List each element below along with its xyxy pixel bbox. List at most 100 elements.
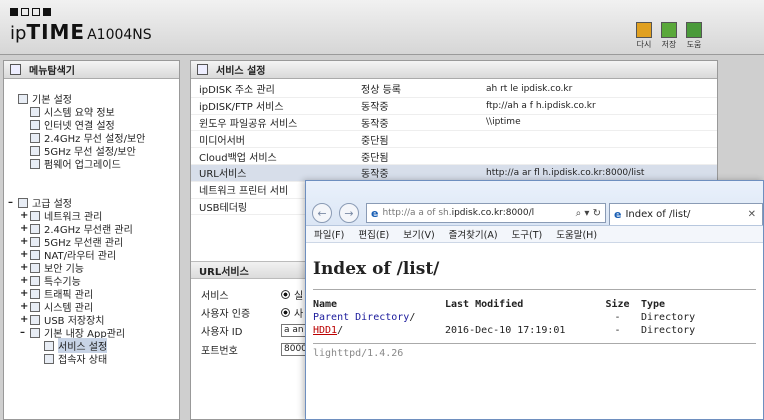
save-button[interactable]: 저장 xyxy=(659,22,679,50)
listing-header: Name Last Modified Size Type xyxy=(313,298,756,311)
entry-type: Directory xyxy=(641,325,696,336)
back-button[interactable]: ← xyxy=(312,203,332,223)
service-name: 윈도우 파일공유 서비스 xyxy=(199,118,298,130)
brand-ip: ip xyxy=(10,23,27,44)
hdd1-link[interactable]: HDD1 xyxy=(313,325,337,336)
chart-icon xyxy=(30,106,40,117)
save-label: 저장 xyxy=(661,40,677,49)
field-label: 사용자 인증 xyxy=(201,309,251,320)
service-status: 동작중 xyxy=(361,102,389,114)
globe-icon xyxy=(30,119,40,130)
tree-item-label: 펌웨어 업그레이드 xyxy=(44,160,121,171)
service-detail: \\iptime xyxy=(486,117,521,128)
address-tools-icon[interactable]: ⌕ ▾ ↻ xyxy=(576,208,601,219)
router-icon xyxy=(30,249,40,260)
service-detail: ah rt le ipdisk.co.kr xyxy=(486,83,573,94)
top-actions: 다시 저장 도움 xyxy=(634,22,704,50)
reload-label: 다시 xyxy=(636,40,652,49)
section-title: URL서비스 xyxy=(199,266,249,278)
page-content: Index of /list/ Name Last Modified Size … xyxy=(306,259,763,359)
entry-size: - xyxy=(614,325,621,336)
service-name: ipDISK/FTP 서비스 xyxy=(199,102,284,114)
forward-icon: → xyxy=(344,206,354,220)
help-icon xyxy=(686,22,702,38)
tab-label: Index of /list/ xyxy=(625,209,691,220)
menu-explorer-label: 메뉴탐색기 xyxy=(29,66,75,77)
network-icon xyxy=(30,210,40,221)
browser-menubar: 파일(F) 편집(E) 보기(V) 즐겨찾기(A) 도구(T) 도움말(H) xyxy=(306,226,763,243)
user-id-input[interactable]: a an xyxy=(281,324,307,337)
service-radio[interactable] xyxy=(281,290,290,299)
system-icon xyxy=(30,301,40,312)
close-icon[interactable]: ✕ xyxy=(748,209,756,220)
page-heading: Index of /list/ xyxy=(313,259,440,279)
upgrade-icon xyxy=(30,158,40,169)
service-status: 동작중 xyxy=(361,169,389,181)
usb-icon xyxy=(30,314,40,325)
wifi-icon xyxy=(30,145,40,156)
top-header: ipTIME A1004NS 다시 저장 도움 xyxy=(0,0,764,55)
address-bar[interactable]: e http://a a of sh. ipdisk.co.kr:8000/l ⌕… xyxy=(366,203,606,223)
wifi-icon xyxy=(30,223,40,234)
service-name: ipDISK 주소 관리 xyxy=(199,85,275,97)
logo-squares xyxy=(10,8,51,16)
back-icon: ← xyxy=(317,206,327,220)
menu-tools[interactable]: 도구(T) xyxy=(512,227,543,241)
list-item: HDD1/ 2016-Dec-10 17:19:01 - Directory xyxy=(313,324,756,337)
auth-radio[interactable] xyxy=(281,308,290,317)
service-status: 정상 등록 xyxy=(361,85,401,97)
forward-button[interactable]: → xyxy=(339,203,359,223)
form-row-service: 서비스 실 xyxy=(201,287,303,302)
search-icon xyxy=(10,64,21,75)
service-detail: ftp://ah a f h.ipdisk.co.kr xyxy=(486,100,596,111)
table-row[interactable]: 미디어서버 중단됨 xyxy=(191,131,717,149)
entry-size: - xyxy=(614,312,621,323)
wifi-icon xyxy=(30,132,40,143)
browser-tab[interactable]: e Index of /list/ ✕ xyxy=(609,203,763,225)
menu-favorites[interactable]: 즐겨찾기(A) xyxy=(449,227,498,241)
menu-help[interactable]: 도움말(H) xyxy=(556,227,597,241)
ie-icon: e xyxy=(371,206,379,220)
entry-suffix: / xyxy=(337,325,344,336)
table-row[interactable]: Cloud백업 서비스 중단됨 xyxy=(191,148,717,165)
brand-time: TIME xyxy=(26,20,86,44)
form-row-port: 포트번호 8000 xyxy=(201,342,307,357)
field-label: 포트번호 xyxy=(201,346,238,357)
reload-icon xyxy=(636,22,652,38)
menu-file[interactable]: 파일(F) xyxy=(314,227,344,241)
folder-icon xyxy=(30,275,40,286)
entry-type: Directory xyxy=(641,312,696,323)
app-icon xyxy=(30,327,40,338)
reload-button[interactable]: 다시 xyxy=(634,22,654,50)
table-row[interactable]: ipDISK 주소 관리 정상 등록 ah rt le ipdisk.co.kr xyxy=(191,81,717,98)
wifi-icon xyxy=(30,236,40,247)
tree-item-connected-users[interactable]: 접속자 상태 xyxy=(44,351,107,366)
menu-edit[interactable]: 편집(E) xyxy=(358,227,389,241)
model-name: A1004NS xyxy=(87,27,152,43)
address-prefix: http://a a of sh. xyxy=(382,208,452,218)
menu-explorer-title: 메뉴탐색기 xyxy=(4,61,179,79)
entry-suffix: / xyxy=(409,312,416,323)
service-name: URL서비스 xyxy=(199,169,247,181)
table-row[interactable]: 윈도우 파일공유 서비스 동작중 \\iptime xyxy=(191,115,717,132)
parent-directory-link[interactable]: Parent Directory xyxy=(313,312,409,323)
col-type: Type xyxy=(641,299,666,310)
service-detail: http://a ar fl h.ipdisk.co.kr:8000/list xyxy=(486,167,645,178)
form-row-userid: 사용자 ID a an xyxy=(201,323,307,338)
form-row-auth: 사용자 인증 사 xyxy=(201,305,303,320)
col-size: Size xyxy=(605,299,630,310)
page-icon xyxy=(44,340,54,351)
service-name: Cloud백업 서비스 xyxy=(199,152,277,164)
tree-item-firmware[interactable]: 펌웨어 업그레이드 xyxy=(30,156,121,171)
field-label: 사용자 ID xyxy=(201,327,243,338)
table-row[interactable]: ipDISK/FTP 서비스 동작중 ftp://ah a f h.ipdisk.c… xyxy=(191,98,717,115)
folder-icon xyxy=(18,197,28,208)
port-input[interactable]: 8000 xyxy=(281,343,307,356)
radio-label: 사 xyxy=(294,309,304,320)
radio-label: 실 xyxy=(294,291,304,302)
menu-view[interactable]: 보기(V) xyxy=(403,227,434,241)
service-status: 동작중 xyxy=(361,118,389,130)
help-button[interactable]: 도움 xyxy=(684,22,704,50)
entry-modified: 2016-Dec-10 17:19:01 xyxy=(445,325,566,336)
field-label: 서비스 xyxy=(201,291,229,302)
